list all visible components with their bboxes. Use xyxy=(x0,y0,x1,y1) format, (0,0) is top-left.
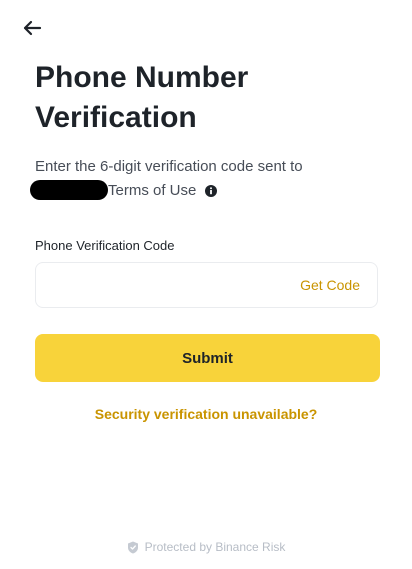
title-line-1: Phone Number xyxy=(35,61,249,94)
page-title: Phone Number Verification xyxy=(35,58,365,138)
verification-code-input[interactable] xyxy=(36,263,301,307)
shield-icon xyxy=(127,541,139,554)
description-text: Enter the 6-digit verification code sent… xyxy=(35,158,303,175)
back-button[interactable] xyxy=(20,16,44,40)
redacted-phone-number xyxy=(30,180,108,200)
info-icon[interactable] xyxy=(204,185,217,197)
title-line-2: Verification xyxy=(35,101,197,134)
verification-code-label: Phone Verification Code xyxy=(35,238,175,253)
arrow-left-icon xyxy=(23,20,42,36)
submit-button[interactable]: Submit xyxy=(35,334,380,382)
description: Enter the 6-digit verification code sent… xyxy=(30,155,380,203)
security-verification-unavailable-link[interactable]: Security verification unavailable? xyxy=(0,406,412,422)
phone-verification-page: Phone Number Verification Enter the 6-di… xyxy=(0,0,412,569)
footer: Protected by Binance Risk xyxy=(0,540,412,554)
terms-of-use-link[interactable]: Terms of Use xyxy=(108,182,196,199)
get-code-button[interactable]: Get Code xyxy=(300,277,377,293)
verification-code-field: Get Code xyxy=(35,262,378,308)
footer-text: Protected by Binance Risk xyxy=(144,540,286,554)
